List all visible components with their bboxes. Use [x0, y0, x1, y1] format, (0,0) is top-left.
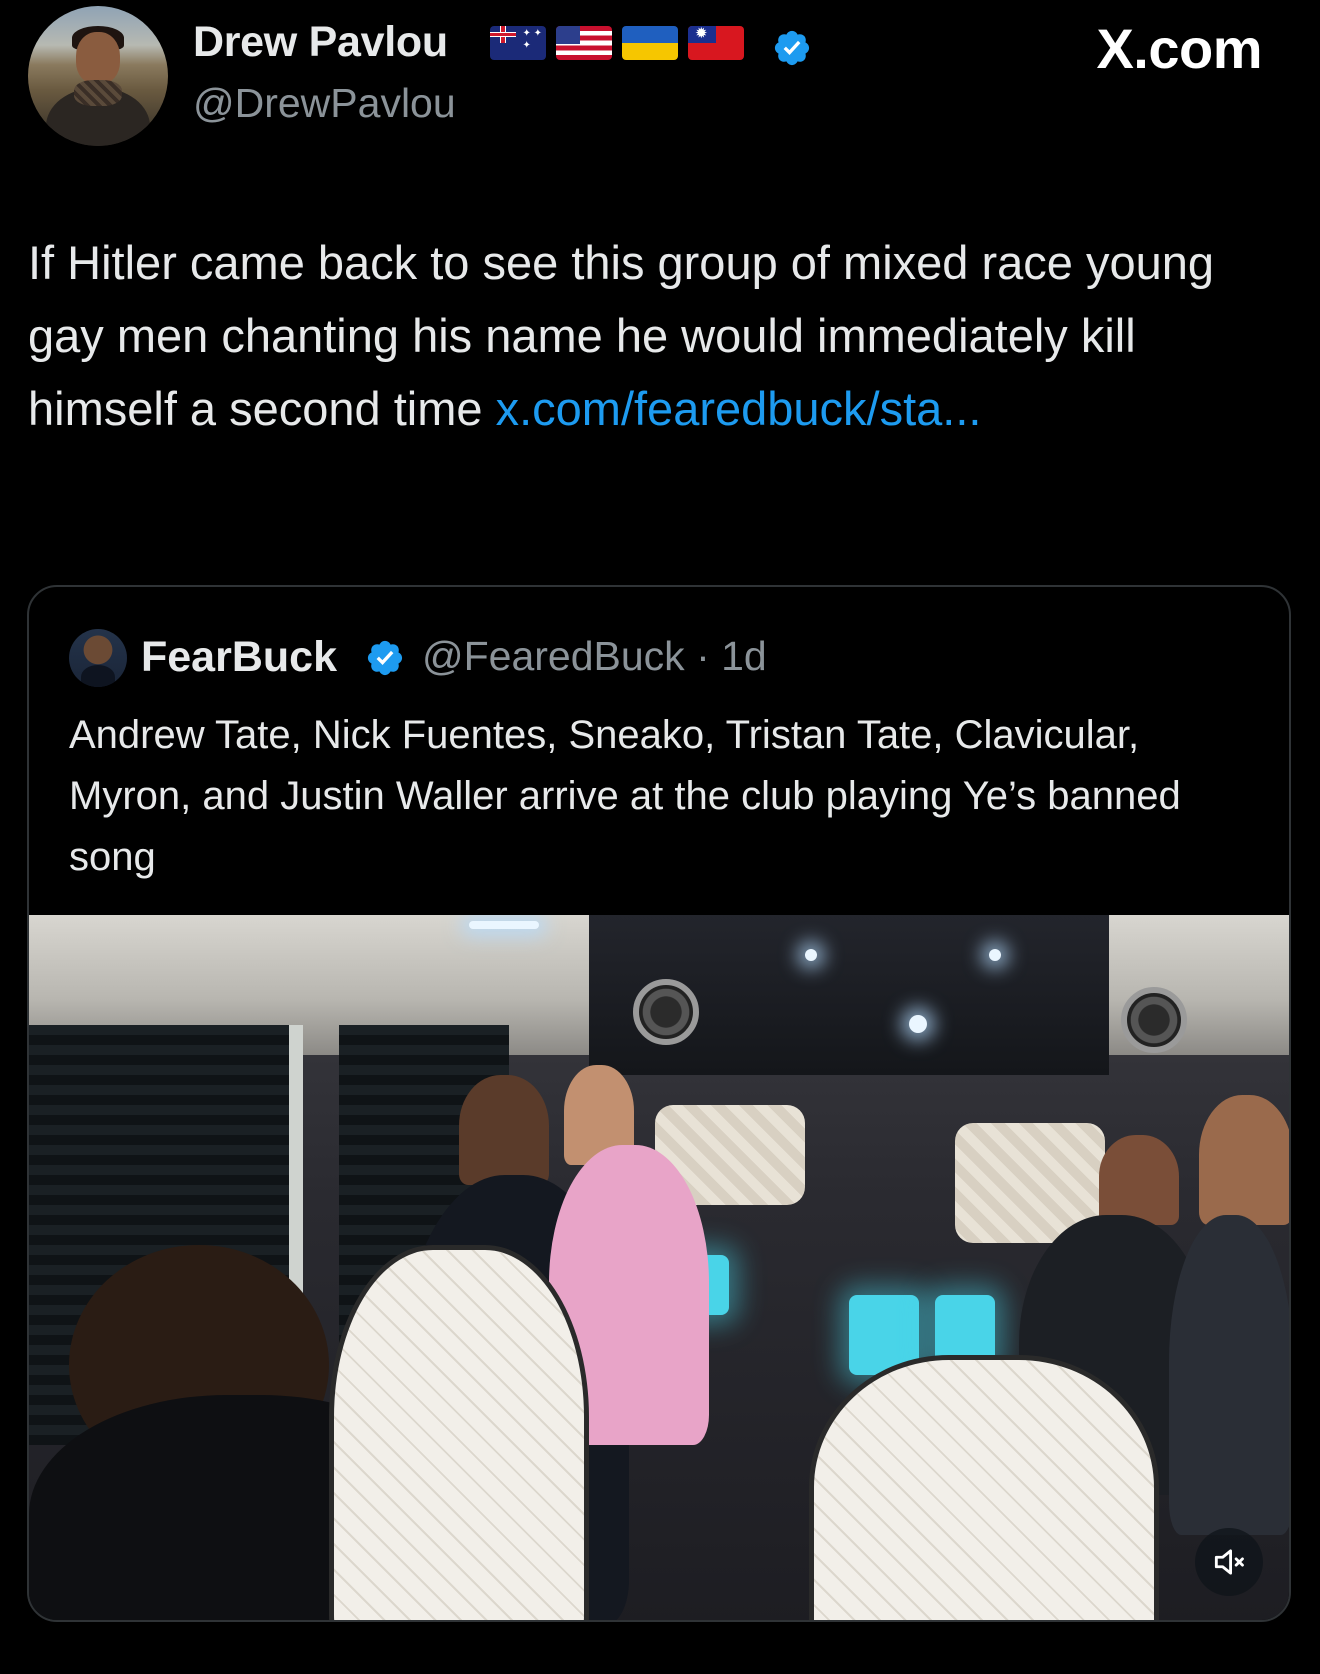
- tweet-link[interactable]: x.com/​fearedbuck/sta...: [496, 382, 982, 435]
- video-seat: [329, 1245, 589, 1620]
- tweet-text: If Hitler came back to see this group of…: [28, 226, 1278, 445]
- video-person: [1169, 1215, 1289, 1535]
- video-person: [1099, 1135, 1179, 1225]
- quoted-handle-and-time[interactable]: @FearedBuck · 1d: [422, 633, 767, 680]
- author-handle[interactable]: @DrewPavlou: [193, 80, 456, 127]
- avatar-face: [76, 32, 120, 84]
- video-light: [989, 949, 1001, 961]
- video-speaker: [633, 979, 699, 1045]
- usa-flag-icon: [556, 26, 612, 60]
- australia-flag-icon: [490, 26, 546, 60]
- author-avatar[interactable]: [28, 6, 168, 146]
- video-seat: [809, 1355, 1159, 1620]
- quoted-video[interactable]: [29, 915, 1289, 1620]
- quoted-verified-badge-icon: [367, 640, 403, 676]
- taiwan-flag-icon: [688, 26, 744, 60]
- verified-badge-icon: [774, 30, 810, 66]
- site-label: X.com: [1096, 17, 1262, 80]
- quoted-tweet-card[interactable]: FearBuck @FearedBuck · 1d Andrew Tate, N…: [27, 585, 1291, 1622]
- video-light: [909, 1015, 927, 1033]
- video-speaker: [1121, 987, 1187, 1053]
- quoted-tweet-text: Andrew Tate, Nick Fuentes, Sneako, Trist…: [69, 713, 1181, 879]
- quoted-author-name[interactable]: FearBuck: [141, 633, 337, 682]
- video-light: [805, 949, 817, 961]
- author-name[interactable]: Drew Pavlou: [193, 18, 448, 67]
- ukraine-flag-icon: [622, 26, 678, 60]
- video-light-strip: [469, 921, 539, 929]
- mute-button[interactable]: [1195, 1528, 1263, 1596]
- author-flags: [490, 26, 744, 60]
- quoted-author-avatar[interactable]: [69, 629, 127, 687]
- video-person: [1199, 1095, 1289, 1225]
- volume-muted-icon: [1214, 1549, 1244, 1575]
- video-person: [459, 1075, 549, 1185]
- avatar-scarf: [74, 80, 122, 106]
